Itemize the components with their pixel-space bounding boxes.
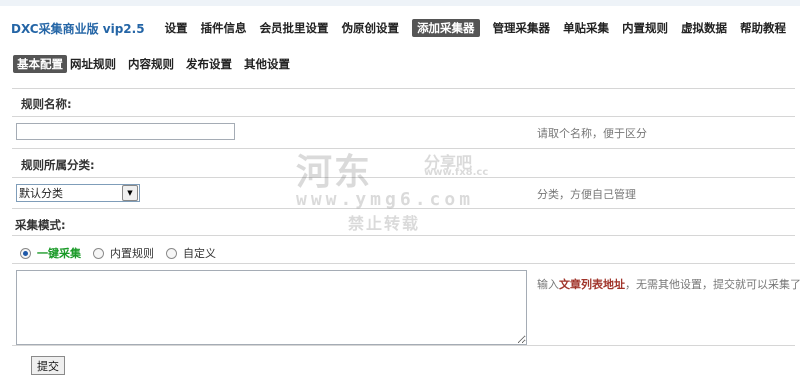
top-strip xyxy=(0,0,800,6)
category-select[interactable]: 默认分类 ▼ xyxy=(16,184,140,202)
radio-one-click[interactable]: 一键采集 xyxy=(20,245,81,261)
radio-dot-icon xyxy=(20,247,31,259)
radio-label: 自定义 xyxy=(183,247,216,260)
divider xyxy=(12,345,795,346)
tab-content-rules[interactable]: 内容规则 xyxy=(128,56,174,72)
list-url-textarea[interactable] xyxy=(16,270,527,345)
divider xyxy=(12,148,795,149)
divider xyxy=(12,116,795,117)
radio-label: 一键采集 xyxy=(37,247,81,260)
watermark-forbid: 禁止转载 xyxy=(348,214,421,233)
hint-emphasis: 文章列表地址 xyxy=(559,278,625,291)
tab-publish-settings[interactable]: 发布设置 xyxy=(186,56,232,72)
brand-title: DXC采集商业版 vip2.5 xyxy=(11,21,145,36)
nav-builtin-rules[interactable]: 内置规则 xyxy=(622,20,668,36)
divider xyxy=(12,263,795,264)
nav-virtual-data[interactable]: 虚拟数据 xyxy=(681,20,727,36)
radio-dot-icon xyxy=(166,247,177,259)
tab-other-settings[interactable]: 其他设置 xyxy=(244,56,290,72)
nav-pseudo-original[interactable]: 伪原创设置 xyxy=(342,20,400,36)
list-url-hint: 输入文章列表地址，无需其他设置，提交就可以采集了。 xyxy=(537,276,800,292)
hint-prefix: 输入 xyxy=(537,278,559,291)
divider xyxy=(12,177,795,178)
divider xyxy=(12,88,795,89)
radio-label: 内置规则 xyxy=(110,247,154,260)
category-label: 规则所属分类: xyxy=(21,158,95,172)
nav-settings[interactable]: 设置 xyxy=(165,20,188,36)
divider xyxy=(12,235,795,236)
sub-tabs: 基本配置 网址规则 内容规则 发布设置 其他设置 xyxy=(13,55,302,73)
nav-manage-collector[interactable]: 管理采集器 xyxy=(493,20,551,36)
top-nav: DXC采集商业版 vip2.5 设置 插件信息 会员批里设置 伪原创设置 添加采… xyxy=(11,19,799,37)
nav-single-post[interactable]: 单贴采集 xyxy=(563,20,609,36)
radio-custom[interactable]: 自定义 xyxy=(166,245,216,261)
rule-name-label: 规则名称: xyxy=(21,97,72,111)
tab-basic-config[interactable]: 基本配置 xyxy=(13,55,67,73)
watermark-share: 分享吧 xyxy=(424,153,473,172)
nav-help[interactable]: 帮助教程 xyxy=(740,20,786,36)
rule-name-input[interactable] xyxy=(16,123,235,140)
category-select-value: 默认分类 xyxy=(19,187,63,200)
rule-name-hint: 请取个名称，便于区分 xyxy=(537,127,647,140)
nav-member-batch[interactable]: 会员批里设置 xyxy=(260,20,329,36)
watermark-url: www.ymg6.com xyxy=(296,189,475,210)
category-hint: 分类，方便自己管理 xyxy=(537,188,636,201)
watermark: 河东 分享吧 www.fx8.cc www.ymg6.com 禁止转载 xyxy=(296,143,516,233)
mode-label: 采集模式: xyxy=(15,218,66,232)
hint-suffix: ，无需其他设置，提交就可以采集了。 xyxy=(625,278,800,291)
submit-button[interactable]: 提交 xyxy=(31,356,65,375)
radio-dot-icon xyxy=(93,247,104,259)
tab-url-rules[interactable]: 网址规则 xyxy=(70,56,116,72)
mode-radio-group: 一键采集 内置规则 自定义 xyxy=(20,245,228,261)
radio-builtin-rules[interactable]: 内置规则 xyxy=(93,245,154,261)
divider xyxy=(12,208,795,209)
chevron-down-icon[interactable]: ▼ xyxy=(122,185,138,201)
nav-plugin-info[interactable]: 插件信息 xyxy=(201,20,247,36)
nav-add-collector[interactable]: 添加采集器 xyxy=(412,19,480,37)
watermark-main: 河东 xyxy=(296,151,373,193)
